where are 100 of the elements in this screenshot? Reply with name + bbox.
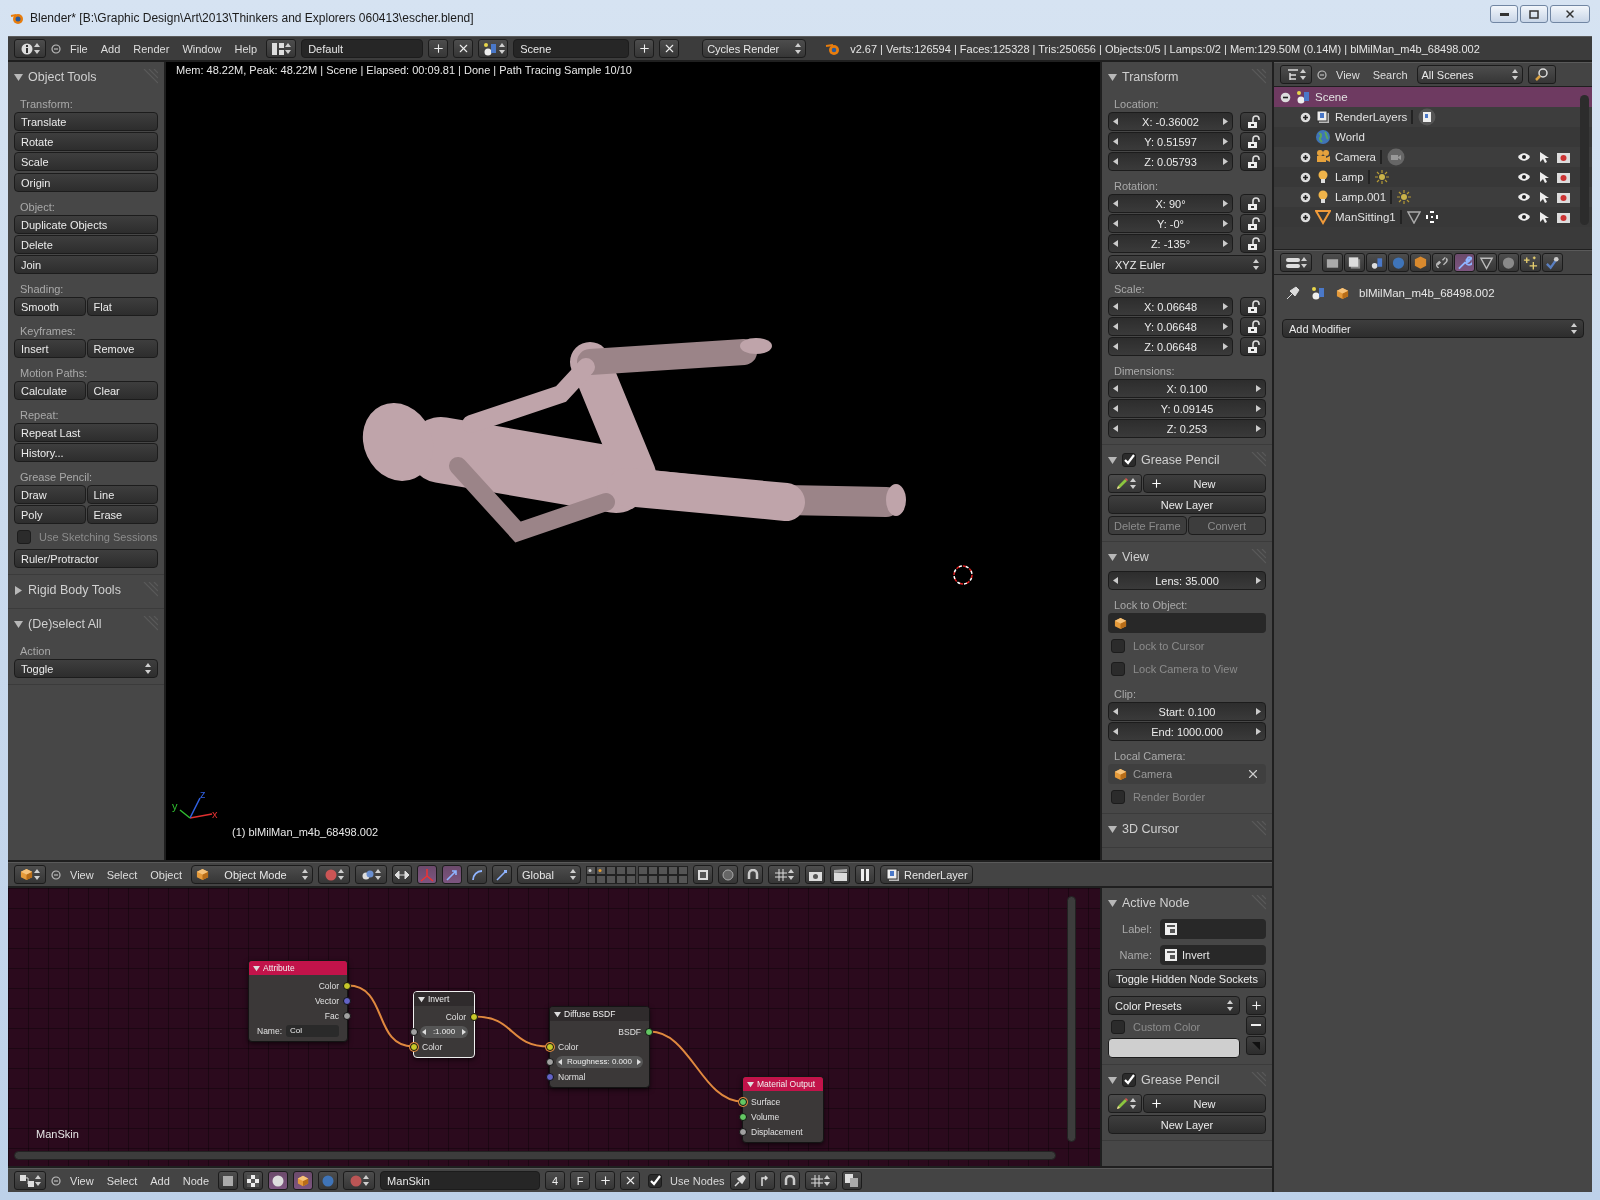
menu-item[interactable]: View	[66, 1174, 98, 1187]
tool-button[interactable]: Join	[14, 255, 158, 274]
menu-item[interactable]: Select	[102, 868, 142, 881]
tool-button[interactable]: Erase	[86, 505, 158, 524]
tool-button[interactable]: Calculate	[14, 381, 86, 400]
panel-title[interactable]: View	[1122, 550, 1149, 564]
tool-button[interactable]: Line	[86, 485, 158, 504]
section-label: Repeat:	[19, 408, 60, 421]
layout-name-field[interactable]: Default	[301, 39, 424, 58]
tool-button[interactable]: Poly	[14, 505, 86, 524]
number-field[interactable]: Lens: 35.000	[1108, 571, 1266, 590]
number-field[interactable]: Y: -0°	[1108, 214, 1233, 233]
tool-button[interactable]: Flat	[86, 297, 158, 316]
tool-button[interactable]: Rotate	[14, 132, 158, 151]
outliner-item-label: Lamp.001	[1335, 191, 1387, 203]
panel-title[interactable]: Rigid Body Tools	[28, 583, 121, 597]
menu-item[interactable]: Add	[96, 42, 125, 55]
panel-title[interactable]: Active Node	[1122, 896, 1190, 910]
number-field[interactable]: X: -0.36002	[1108, 112, 1233, 131]
number-field[interactable]: X: 0.06648	[1108, 297, 1233, 316]
dropdown[interactable]: Toggle	[14, 659, 158, 678]
number-field[interactable]: Y: 0.09145	[1108, 399, 1266, 418]
user-count-button[interactable]: 4	[545, 1171, 566, 1190]
tool-button[interactable]: Scale	[14, 152, 158, 171]
panel-title[interactable]: 3D Cursor	[1122, 822, 1179, 836]
menu-item[interactable]: Search	[1368, 68, 1412, 81]
panel-title[interactable]: Grease Pencil	[1141, 453, 1220, 467]
node[interactable]: Diffuse BSDF BSDF Color Roughness: 0.000 Normal	[549, 1006, 650, 1088]
orientation-dropdown[interactable]: Global	[517, 865, 582, 884]
panel-title[interactable]: Grease Pencil	[1141, 1073, 1220, 1087]
add-modifier-dropdown[interactable]: Add Modifier	[1282, 319, 1584, 338]
node[interactable]: Material Output Surface Volume Displacement	[742, 1076, 824, 1143]
tool-button[interactable]: Insert	[14, 339, 86, 358]
section-label: Transform:	[19, 97, 74, 110]
number-field[interactable]: Z: 0.05793	[1108, 152, 1233, 171]
number-field[interactable]: Z: 0.06648	[1108, 337, 1233, 356]
section-label: Scale:	[1113, 282, 1146, 295]
number-field[interactable]: Roughness: 0.000	[556, 1055, 643, 1068]
tool-button[interactable]: Draw	[14, 485, 86, 504]
tool-button[interactable]: New Layer	[1108, 495, 1266, 514]
tool-button[interactable]: Toggle Hidden Node Sockets	[1108, 969, 1266, 988]
number-field[interactable]: X: 90°	[1108, 194, 1233, 213]
menu-item[interactable]: File	[66, 42, 92, 55]
tool-button[interactable]: Delete	[14, 235, 158, 254]
material-name-field[interactable]: ManSkin	[380, 1171, 541, 1190]
tool-button[interactable]: Clear	[86, 381, 158, 400]
tool-button[interactable]: Smooth	[14, 297, 86, 316]
new-button[interactable]: New	[1143, 1094, 1266, 1113]
tool-button[interactable]: Duplicate Objects	[14, 215, 158, 234]
tool-button[interactable]: Remove	[86, 339, 158, 358]
panel-title[interactable]: Object Tools	[28, 70, 97, 84]
tool-button[interactable]: Translate	[14, 112, 158, 131]
node[interactable]: Invert Color :1.000 Color	[413, 991, 475, 1058]
checkbox-label[interactable]: Use Nodes	[670, 1174, 725, 1187]
menu-item[interactable]: Help	[230, 42, 262, 55]
render-engine-dropdown[interactable]: Cycles Render	[702, 39, 807, 58]
display-mode-dropdown[interactable]: All Scenes	[1416, 65, 1523, 84]
number-field[interactable]: X: 0.100	[1108, 379, 1266, 398]
section-label: Rotation:	[1113, 179, 1160, 192]
tool-button[interactable]: Origin	[14, 173, 158, 192]
menu-item[interactable]: Select	[102, 1174, 142, 1187]
scene-name-field[interactable]: Scene	[513, 39, 630, 58]
panel-title[interactable]: (De)select All	[28, 617, 102, 631]
number-field[interactable]: Y: 0.06648	[1108, 317, 1233, 336]
tool-button[interactable]: Repeat Last	[14, 423, 158, 442]
object-field[interactable]: Camera	[1108, 764, 1266, 784]
menu-item[interactable]: View	[66, 868, 98, 881]
dropdown[interactable]: Color Presets	[1108, 996, 1240, 1015]
render-layer-button[interactable]: RenderLayer	[880, 865, 973, 884]
panel-title[interactable]: Transform	[1122, 70, 1179, 84]
outliner-item-label: Camera	[1335, 151, 1376, 163]
menu-item[interactable]: View	[1332, 68, 1364, 81]
menu-item[interactable]: Object	[146, 868, 187, 881]
tool-button[interactable]: Ruler/Protractor	[14, 549, 158, 568]
node[interactable]: Attribute Color Vector Fac Name: Col	[248, 960, 348, 1042]
number-field[interactable]: End: 1000.000	[1108, 722, 1266, 741]
node-header[interactable]: Invert	[414, 992, 474, 1006]
number-field[interactable]: Y: 0.51597	[1108, 132, 1233, 151]
fake-user-button[interactable]: F	[570, 1171, 591, 1190]
menu-item[interactable]: Node	[178, 1174, 214, 1187]
outliner-row[interactable]: Scene	[1274, 87, 1592, 107]
menu-item[interactable]: Render	[129, 42, 174, 55]
window-title: Blender* [B:\Graphic Design\Art\2013\Thinkers and Explorers 060413\escher.blend]	[30, 11, 474, 25]
dropdown[interactable]: XYZ Euler	[1108, 255, 1266, 274]
node-header[interactable]: Diffuse BSDF	[550, 1007, 649, 1021]
text-field[interactable]: Invert	[1160, 945, 1266, 965]
menu-item[interactable]: Window	[178, 42, 226, 55]
number-field[interactable]: Z: 0.253	[1108, 419, 1266, 438]
new-button[interactable]: New	[1143, 474, 1266, 493]
number-field[interactable]: :1.000	[420, 1025, 468, 1038]
tool-button[interactable]: New Layer	[1108, 1115, 1266, 1134]
mode-dropdown[interactable]: Object Mode	[191, 865, 314, 884]
node-header[interactable]: Attribute	[249, 961, 347, 975]
text-field[interactable]: Col	[286, 1024, 339, 1037]
node-header[interactable]: Material Output	[743, 1077, 823, 1091]
number-field[interactable]: Z: -135°	[1108, 234, 1233, 253]
menu-item[interactable]: Add	[146, 1174, 174, 1187]
number-field[interactable]: Start: 0.100	[1108, 702, 1266, 721]
tool-button[interactable]: History...	[14, 443, 158, 462]
section-label: Lock to Object:	[1113, 598, 1189, 611]
